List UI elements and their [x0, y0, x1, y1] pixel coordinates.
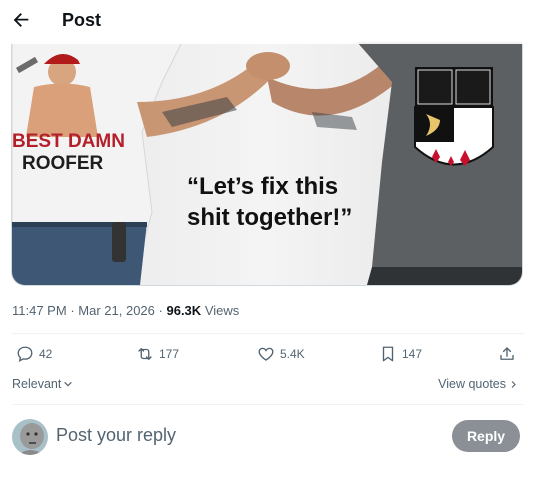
repost-count: 177: [159, 347, 180, 361]
reply-count: 42: [39, 347, 53, 361]
meta-sep: ·: [70, 303, 75, 318]
quote-line1: “Let’s fix this: [187, 173, 338, 200]
quotes-label: View quotes: [438, 377, 506, 391]
divider: [12, 333, 524, 334]
views-count: 96.3K: [166, 303, 202, 318]
views-label: Views: [204, 303, 240, 318]
chevron-down-icon: [64, 381, 73, 387]
reply-button[interactable]: Reply: [452, 420, 520, 452]
post-date[interactable]: Mar 21, 2026: [78, 303, 155, 318]
post-time[interactable]: 11:47 PM: [12, 303, 67, 318]
share-icon: [500, 347, 514, 360]
like-action[interactable]: 5.4K: [257, 345, 305, 363]
share-action[interactable]: [498, 345, 516, 363]
like-count: 5.4K: [280, 347, 305, 361]
chevron-right-icon: [511, 380, 516, 388]
repost-icon: [138, 348, 152, 360]
shirt-text-line2: ROOFER: [22, 153, 104, 174]
post-image[interactable]: BEST DAMN ROOFER “Let’s fix this shit to…: [11, 42, 523, 286]
action-bar: 42 177 5.4K 147: [0, 340, 536, 374]
reply-action[interactable]: 42: [16, 345, 52, 363]
quote-line2: shit together!”: [187, 204, 352, 231]
bookmark-action[interactable]: 147: [379, 345, 422, 363]
top-bar: Post: [0, 0, 536, 44]
heart-icon: [258, 347, 274, 361]
reply-sort-dropdown[interactable]: Relevant: [12, 377, 73, 391]
back-arrow-icon[interactable]: [10, 9, 34, 33]
page-title: Post: [62, 10, 102, 30]
reply-icon: [17, 346, 33, 363]
bookmark-icon: [382, 346, 394, 362]
view-quotes-link[interactable]: View quotes: [438, 377, 518, 391]
shirt-text-line1: BEST DAMN: [12, 131, 125, 152]
avatar[interactable]: [12, 419, 48, 455]
post-meta: 11:47 PM · Mar 21, 2026 · 96.3K Views: [12, 303, 239, 318]
reply-input[interactable]: Post your reply: [56, 425, 176, 446]
reply-composer: Post your reply Reply: [0, 405, 536, 467]
repost-action[interactable]: 177: [136, 345, 179, 363]
meta-sep: ·: [158, 303, 163, 318]
bookmark-count: 147: [402, 347, 423, 361]
sort-label: Relevant: [12, 377, 62, 391]
